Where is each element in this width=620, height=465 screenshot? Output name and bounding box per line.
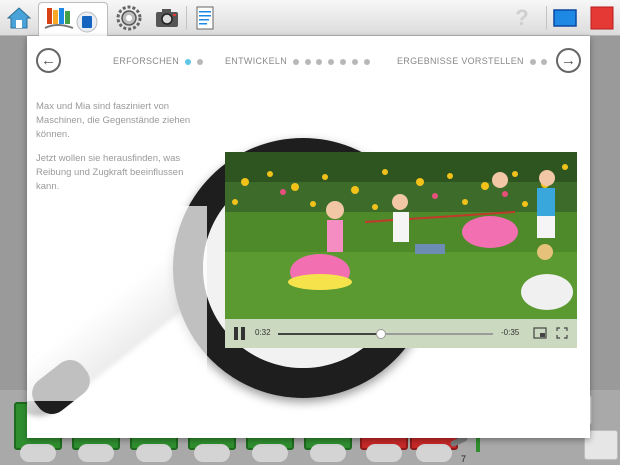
next-arrow-button[interactable]: → (556, 48, 581, 73)
video-controls: 0:32 -0:35 (225, 319, 577, 348)
progress-dot (351, 58, 358, 65)
step-develop[interactable]: ENTWICKELN (225, 56, 370, 66)
arrow-right-icon: → (561, 52, 576, 69)
page-number: 7 (461, 454, 467, 464)
progress-dot (304, 58, 311, 65)
picture-in-picture-icon[interactable] (533, 326, 547, 340)
step-label: ERGEBNISSE VORSTELLEN (397, 56, 524, 66)
block-connector (310, 444, 346, 462)
fullscreen-icon[interactable] (555, 326, 569, 340)
step-explore[interactable]: ERFORSCHEN (113, 56, 203, 66)
prev-arrow-button[interactable]: ← (36, 48, 61, 73)
toolbar-divider (186, 6, 187, 30)
video-progress-track[interactable] (278, 329, 493, 339)
video-progress-fill (278, 333, 382, 335)
block-connector (194, 444, 230, 462)
pause-button[interactable] (234, 327, 247, 340)
books-tab[interactable] (38, 2, 108, 37)
frosted-overlay (27, 206, 207, 401)
arrow-left-icon: ← (41, 52, 56, 69)
screen-icon[interactable] (552, 3, 578, 33)
camera-icon[interactable] (152, 3, 182, 33)
story-paragraph: Max und Mia sind fasziniert von Maschine… (36, 101, 191, 140)
step-present-results[interactable]: ERGEBNISSE VORSTELLEN (397, 56, 548, 66)
story-paragraph: Jetzt wollen sie herausfinden, was Reibu… (36, 153, 184, 192)
time-elapsed: 0:32 (255, 328, 271, 337)
block-connector (20, 444, 56, 462)
progress-dot (184, 58, 191, 65)
block-connector (252, 444, 288, 462)
gear-icon[interactable] (114, 3, 144, 33)
time-remaining: -0:35 (501, 328, 520, 337)
toolbar-divider (546, 6, 547, 30)
books-icon (44, 8, 98, 33)
progress-dot (328, 58, 335, 65)
lesson-panel: ← → ERFORSCHEN ENTWICKELN ERGEBNISSE VOR… (27, 36, 590, 438)
step-label: ENTWICKELN (225, 56, 288, 66)
top-toolbar: ? (0, 0, 620, 37)
block-connector (78, 444, 114, 462)
block-connector (136, 444, 172, 462)
progress-dot (541, 58, 548, 65)
progress-dot (529, 58, 536, 65)
progress-dot (340, 58, 347, 65)
progress-dot (363, 58, 370, 65)
video-progress-thumb[interactable] (376, 329, 387, 339)
red-square-icon[interactable] (589, 3, 615, 33)
progress-dot (196, 58, 203, 65)
step-label: ERFORSCHEN (113, 56, 180, 66)
help-icon[interactable]: ? (508, 3, 536, 33)
notes-icon[interactable] (192, 3, 218, 33)
home-icon[interactable] (6, 3, 32, 33)
block-connector (366, 444, 402, 462)
progress-dot (292, 58, 299, 65)
progress-dot (316, 58, 323, 65)
